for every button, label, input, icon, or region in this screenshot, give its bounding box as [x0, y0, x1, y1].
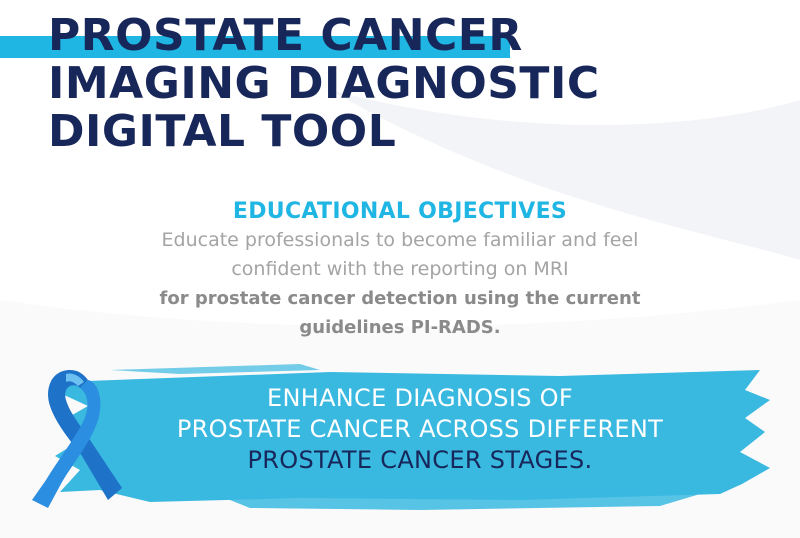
highlight-banner: ENHANCE DIAGNOSIS OF PROSTATE CANCER ACR… [100, 383, 740, 476]
awareness-ribbon-icon [32, 370, 122, 508]
banner-line-3: PROSTATE CANCER STAGES. [247, 446, 593, 474]
educational-objectives-section: EDUCATIONAL OBJECTIVES Educate professio… [90, 198, 710, 342]
objectives-text-line-2: confident with the reporting on MRI [231, 258, 569, 280]
objectives-text-line-1: Educate professionals to become familiar… [161, 229, 639, 251]
title-line-2: IMAGING DIAGNOSTIC [48, 58, 600, 109]
banner-line-2: PROSTATE CANCER ACROSS DIFFERENT [176, 415, 664, 443]
banner-line-1: ENHANCE DIAGNOSIS OF [267, 384, 573, 412]
objectives-text-line-4: guidelines PI-RADS. [299, 317, 501, 338]
objectives-heading: EDUCATIONAL OBJECTIVES [232, 199, 568, 224]
page-title: PROSTATE CANCER IMAGING DIAGNOSTIC DIGIT… [48, 12, 600, 156]
objectives-text-line-3: for prostate cancer detection using the … [159, 288, 641, 309]
title-line-3: DIGITAL TOOL [48, 106, 397, 157]
title-line-1: PROSTATE CANCER [48, 10, 523, 61]
